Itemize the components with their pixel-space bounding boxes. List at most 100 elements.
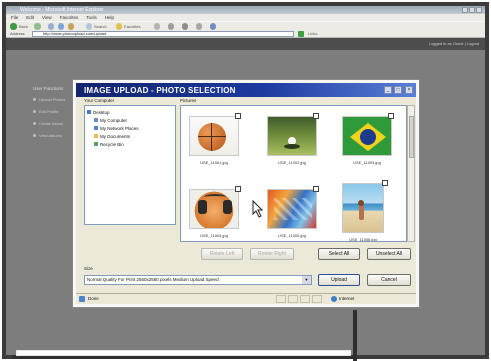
size-label: Size [84, 266, 93, 271]
headphones-photo [189, 189, 239, 229]
upload-dialog: IMAGE UPLOAD - PHOTO SELECTION _ □ × You… [73, 80, 419, 307]
tree-item[interactable]: My Computer [87, 116, 173, 124]
folder-icon [94, 134, 98, 138]
nav-label: Upload Photos [39, 97, 66, 102]
menu-favorites[interactable]: Favorites [60, 14, 79, 21]
select-checkbox[interactable] [388, 113, 394, 119]
folder-icon [94, 126, 98, 130]
picture-filename: USE_11003.jpg [353, 160, 381, 165]
select-checkbox[interactable] [382, 180, 388, 186]
cancel-button[interactable]: Cancel [367, 274, 411, 286]
favorites-star-icon[interactable] [116, 23, 122, 30]
picture-filename: USE_11001.jpg [200, 160, 228, 165]
status-cell [288, 295, 298, 303]
tree-item-label: My Documents [100, 133, 131, 139]
your-computer-label: Your Computer [84, 98, 115, 103]
home-icon[interactable] [68, 23, 74, 30]
status-zone: Internet [339, 296, 355, 301]
pictures-label: Pictures [180, 98, 197, 103]
discuss-icon[interactable] [210, 23, 216, 30]
address-input[interactable]: http://www.photoupload.com/upload [32, 31, 294, 37]
dialog-close-button[interactable]: × [405, 86, 413, 94]
folder-icon [94, 142, 98, 146]
edit-icon[interactable] [196, 23, 202, 30]
browser-titlebar: Welcome - Microsoft Internet Explorer [6, 6, 485, 14]
tree-item-label: Recycle Bin [100, 141, 124, 147]
rotate-left-button[interactable]: Rotate Left [201, 248, 243, 260]
rotate-right-button[interactable]: Rotate Right [250, 248, 294, 260]
page-icon [79, 296, 85, 302]
chevron-down-icon[interactable]: ▼ [302, 276, 311, 284]
callout-line-vertical [353, 310, 357, 361]
go-icon[interactable] [298, 31, 304, 37]
pictures-grid: USE_11001.jpg USE_11002.jpg USE_11003.jp… [180, 105, 407, 242]
unselect-all-button[interactable]: Unselect All [367, 248, 411, 260]
browser-menubar: File Edit View Favorites Tools Help [6, 14, 485, 21]
mail-icon[interactable] [168, 23, 174, 30]
picture-filename: USE_11006.jpg [349, 237, 377, 242]
history-icon[interactable] [154, 23, 160, 30]
folder-tree[interactable]: Desktop My Computer My Network Places My Do… [84, 105, 176, 225]
logout-link[interactable]: Logged in as Guest | Logout [429, 41, 479, 46]
nav-label: Edit Profile [39, 109, 59, 114]
status-bar: Done Internet [76, 293, 416, 304]
stop-icon[interactable] [48, 23, 54, 30]
basketball-photo [189, 116, 239, 156]
scrollbar-thumb[interactable] [409, 116, 414, 158]
upload-button[interactable]: Upload [318, 274, 360, 286]
minimize-button[interactable] [462, 7, 468, 13]
size-select-value: Normal Quality For Print 2560x2560 pixel… [87, 277, 219, 282]
refresh-icon[interactable] [58, 23, 64, 30]
tree-item[interactable]: My Network Places [87, 124, 173, 132]
tree-item-label: My Computer [100, 117, 128, 123]
back-label[interactable]: Back [19, 23, 28, 30]
tree-item[interactable]: Recycle Bin [87, 140, 173, 148]
menu-file[interactable]: File [11, 14, 18, 21]
select-all-button[interactable]: Select All [318, 248, 360, 260]
graffiti-photo [267, 189, 317, 229]
nav-label: View Albums [39, 133, 62, 138]
status-cell [312, 295, 322, 303]
picture-thumbnail[interactable]: USE_11003.jpg [342, 113, 394, 165]
dialog-maximize-button[interactable]: □ [394, 86, 402, 94]
size-select[interactable]: Normal Quality For Print 2560x2560 pixel… [84, 275, 312, 285]
picture-thumbnail[interactable]: USE_11002.jpg [267, 113, 319, 165]
maximize-button[interactable] [469, 7, 475, 13]
tree-item-label: Desktop [93, 109, 110, 115]
select-checkbox[interactable] [313, 113, 319, 119]
golf-photo [267, 116, 317, 156]
picture-thumbnail[interactable]: USE_11004.jpg [189, 186, 241, 238]
print-icon[interactable] [182, 23, 188, 30]
back-arrow-icon[interactable] [10, 23, 17, 30]
bullet-icon [33, 134, 36, 137]
forward-arrow-icon[interactable] [34, 23, 41, 30]
select-checkbox[interactable] [235, 113, 241, 119]
window-controls [462, 7, 482, 13]
browser-toolbar: Back Search Favorites [6, 21, 485, 30]
select-checkbox[interactable] [235, 186, 241, 192]
picture-thumbnail[interactable]: USE_11005.jpg [267, 186, 319, 238]
picture-filename: USE_11002.jpg [278, 160, 306, 165]
menu-tools[interactable]: Tools [86, 14, 97, 21]
menu-edit[interactable]: Edit [26, 14, 34, 21]
dialog-minimize-button[interactable]: _ [384, 86, 392, 94]
flag-photo [342, 116, 392, 156]
bullet-icon [33, 122, 36, 125]
favorites-label[interactable]: Favorites [124, 23, 140, 30]
globe-icon [331, 296, 337, 302]
picture-thumbnail[interactable]: USE_11006.jpg [342, 180, 392, 242]
tree-item[interactable]: Desktop [87, 108, 173, 116]
tree-item[interactable]: My Documents [87, 132, 173, 140]
links-label[interactable]: Links [308, 31, 317, 37]
nav-label: Create Album [39, 121, 64, 126]
bullet-icon [33, 98, 36, 101]
close-button[interactable] [476, 7, 482, 13]
menu-help[interactable]: Help [105, 14, 114, 21]
pictures-scrollbar[interactable] [407, 105, 415, 242]
select-checkbox[interactable] [313, 186, 319, 192]
search-label[interactable]: Search [94, 23, 107, 30]
bullet-icon [33, 110, 36, 113]
menu-view[interactable]: View [42, 14, 52, 21]
search-icon[interactable] [86, 23, 92, 30]
picture-thumbnail[interactable]: USE_11001.jpg [189, 113, 241, 165]
